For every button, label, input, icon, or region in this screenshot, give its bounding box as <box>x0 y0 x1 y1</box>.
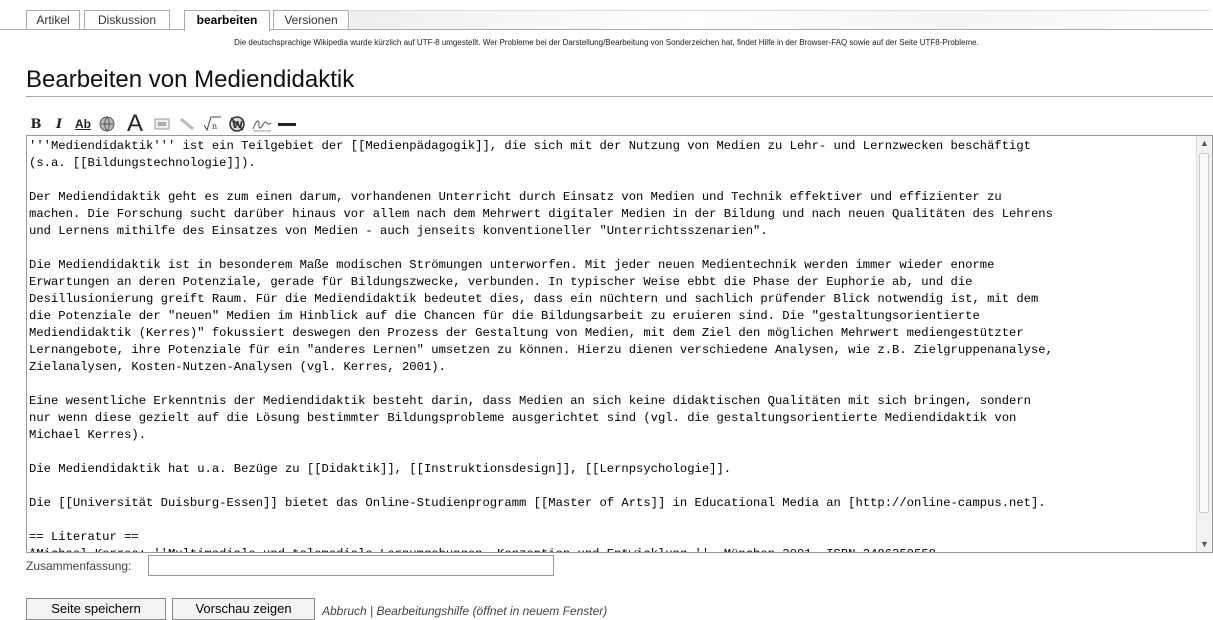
edit-help-link[interactable]: Bearbeitungshilfe (öffnet in neuem Fenst… <box>377 604 608 618</box>
page-title: Bearbeiten von Mediendidaktik <box>26 66 355 93</box>
bold-icon[interactable]: B <box>26 114 46 134</box>
svg-text:n: n <box>212 122 217 131</box>
cancel-link[interactable]: Abbruch <box>322 604 367 618</box>
internal-link-icon[interactable]: Ab <box>72 114 94 134</box>
nowiki-icon[interactable]: W <box>226 114 248 134</box>
title-divider <box>26 96 1213 97</box>
summary-input[interactable] <box>148 555 554 576</box>
media-icon[interactable] <box>176 114 198 134</box>
edit-links: Abbruch | Bearbeitungshilfe (öffnet in n… <box>322 604 607 618</box>
save-button[interactable]: Seite speichern <box>26 598 166 620</box>
math-icon[interactable]: n <box>201 114 223 134</box>
preview-button[interactable]: Vorschau zeigen <box>172 598 315 620</box>
scroll-thumb[interactable] <box>1199 153 1209 513</box>
scroll-down-icon[interactable]: ▼ <box>1197 537 1212 552</box>
image-icon[interactable] <box>151 114 173 134</box>
edit-textarea-content[interactable]: '''Mediendidaktik''' ist ein Teilgebiet … <box>27 136 1196 552</box>
links-separator: | <box>366 604 377 618</box>
edit-textarea[interactable]: '''Mediendidaktik''' ist ein Teilgebiet … <box>26 135 1213 553</box>
tab-discussion[interactable]: Diskussion <box>84 10 170 29</box>
tab-article[interactable]: Artikel <box>26 10 80 29</box>
italic-icon[interactable]: I <box>49 114 69 134</box>
tab-bar-decoration <box>350 10 1210 30</box>
summary-label: Zusammenfassung: <box>26 559 132 573</box>
tab-edit[interactable]: bearbeiten <box>184 10 270 31</box>
scroll-up-icon[interactable]: ▲ <box>1197 136 1212 151</box>
utf8-notice: Die deutschsprachige Wikipedia wurde kür… <box>234 38 979 47</box>
horizontal-line-icon[interactable] <box>276 114 298 134</box>
external-link-icon[interactable] <box>97 114 119 134</box>
tab-baseline <box>0 29 1213 30</box>
signature-icon[interactable] <box>251 114 273 134</box>
tab-history[interactable]: Versionen <box>273 10 349 29</box>
edit-toolbar: B I Ab A n W <box>26 110 298 137</box>
tab-bar: Artikel Diskussion bearbeiten Versionen <box>0 0 1213 31</box>
headline-icon[interactable]: A <box>122 110 148 137</box>
editor-scrollbar[interactable]: ▲ ▼ <box>1196 136 1212 552</box>
